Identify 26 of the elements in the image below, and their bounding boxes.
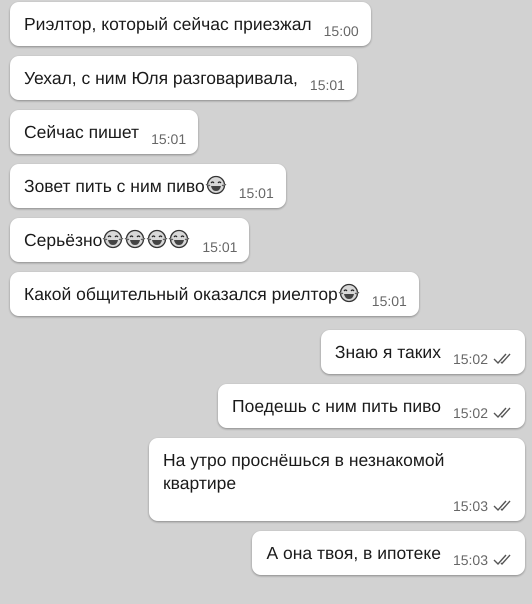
laughing-emoji-icon <box>124 229 146 249</box>
message-time: 15:03 <box>452 498 488 514</box>
message-time: 15:01 <box>202 239 238 255</box>
laughing-emoji-icon <box>102 229 124 249</box>
message-time: 15:03 <box>452 552 488 568</box>
message-text: Поедешь с ним пить пиво <box>232 395 441 418</box>
laughing-emoji-icon <box>168 229 190 249</box>
message-text: Сейчас пишет <box>24 121 140 144</box>
message-text: А она твоя, в ипотеке <box>266 542 441 565</box>
message-text: Какой общительный оказался риелтор <box>24 283 360 306</box>
message-time: 15:00 <box>324 23 359 39</box>
laughing-emoji-icon <box>204 175 227 195</box>
laughing-emoji-icon <box>338 283 360 303</box>
laughing-emoji-icon <box>146 229 168 249</box>
message-time: 15:01 <box>372 293 407 309</box>
message-text: Серьёзно <box>24 229 190 252</box>
message-time: 15:01 <box>151 131 186 147</box>
message-time: 15:01 <box>310 77 345 93</box>
message-time: 15:02 <box>452 405 488 421</box>
message-text: Риэлтор, который сейчас приезжал <box>24 13 312 36</box>
message-text: Уехал, с ним Юля разговаривала, <box>24 67 298 90</box>
message-text: На утро проснёшься в незнакомой квартире <box>163 449 446 495</box>
message-time: 15:02 <box>452 351 488 367</box>
message-text: Знаю я таких <box>334 341 441 364</box>
message-time: 15:01 <box>238 185 274 201</box>
message-text: Зовет пить с ним пиво <box>24 175 227 198</box>
